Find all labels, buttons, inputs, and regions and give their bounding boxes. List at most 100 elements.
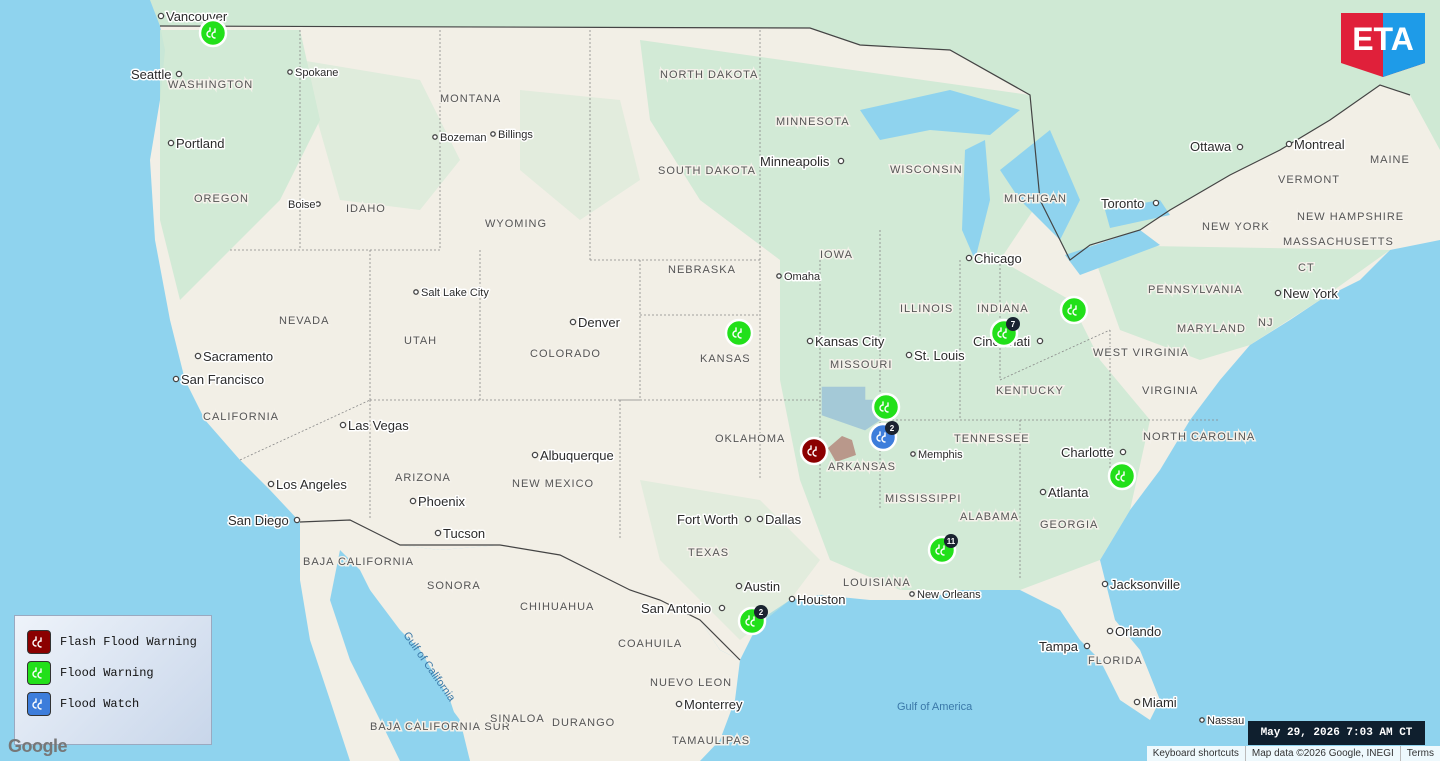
- svg-text:CALIFORNIA: CALIFORNIA: [203, 411, 279, 423]
- svg-text:UTAH: UTAH: [404, 335, 437, 347]
- svg-text:Dallas: Dallas: [765, 512, 802, 527]
- svg-text:SOUTH DAKOTA: SOUTH DAKOTA: [658, 165, 756, 177]
- svg-text:New York: New York: [1283, 286, 1338, 301]
- svg-text:ETA: ETA: [1352, 21, 1414, 57]
- flood-warning-marker[interactable]: [198, 18, 228, 48]
- legend-label: Flood Watch: [60, 696, 140, 711]
- map-data-text: Map data ©2026 Google, INEGI: [1244, 746, 1400, 761]
- svg-text:MISSOURI: MISSOURI: [830, 359, 892, 371]
- svg-text:KENTUCKY: KENTUCKY: [996, 385, 1064, 397]
- svg-text:VERMONT: VERMONT: [1278, 174, 1340, 186]
- svg-text:St. Louis: St. Louis: [914, 348, 965, 363]
- svg-text:MINNESOTA: MINNESOTA: [776, 116, 850, 128]
- svg-text:MISSISSIPPI: MISSISSIPPI: [885, 493, 961, 505]
- keyboard-shortcuts-link[interactable]: Keyboard shortcuts: [1147, 746, 1245, 761]
- legend-item-flood-watch: Flood Watch: [27, 688, 199, 719]
- svg-text:MAINE: MAINE: [1370, 154, 1410, 166]
- svg-text:WEST VIRGINIA: WEST VIRGINIA: [1093, 347, 1189, 359]
- svg-text:TEXAS: TEXAS: [688, 547, 729, 559]
- legend-item-flash-flood-warning: Flash Flood Warning: [27, 626, 199, 657]
- svg-text:PENNSYLVANIA: PENNSYLVANIA: [1148, 284, 1243, 296]
- svg-text:MICHIGAN: MICHIGAN: [1004, 193, 1067, 205]
- svg-text:SONORA: SONORA: [427, 580, 481, 592]
- timestamp-label: May 29, 2026 7:03 AM CT: [1248, 721, 1425, 745]
- flood-warning-icon: [27, 660, 51, 685]
- svg-text:Montreal: Montreal: [1294, 137, 1345, 152]
- svg-text:Salt Lake City: Salt Lake City: [421, 287, 489, 299]
- svg-text:Austin: Austin: [744, 579, 780, 594]
- svg-text:FLORIDA: FLORIDA: [1088, 655, 1143, 667]
- svg-text:Denver: Denver: [578, 315, 621, 330]
- svg-text:Phoenix: Phoenix: [418, 494, 465, 509]
- svg-text:Memphis: Memphis: [918, 449, 963, 461]
- legend-label: Flash Flood Warning: [60, 634, 197, 649]
- svg-text:MASSACHUSETTS: MASSACHUSETTS: [1283, 236, 1394, 248]
- svg-text:Sacramento: Sacramento: [203, 349, 273, 364]
- flood-warning-marker[interactable]: [871, 392, 901, 422]
- svg-text:Boise: Boise: [288, 199, 316, 211]
- svg-text:ALABAMA: ALABAMA: [960, 511, 1019, 523]
- svg-text:COAHUILA: COAHUILA: [618, 638, 682, 650]
- svg-text:ARIZONA: ARIZONA: [395, 472, 451, 484]
- terms-link[interactable]: Terms: [1399, 746, 1440, 761]
- svg-text:Spokane: Spokane: [295, 67, 338, 79]
- svg-text:Monterrey: Monterrey: [684, 697, 743, 712]
- legend-label: Flood Warning: [60, 665, 154, 680]
- svg-text:Albuquerque: Albuquerque: [540, 448, 614, 463]
- svg-text:BAJA CALIFORNIA: BAJA CALIFORNIA: [303, 556, 414, 568]
- svg-text:Tampa: Tampa: [1039, 639, 1079, 654]
- map-legend: Flash Flood Warning Flood Warning Flood …: [14, 615, 212, 745]
- svg-text:Nassau: Nassau: [1207, 715, 1244, 727]
- svg-text:Toronto: Toronto: [1101, 196, 1144, 211]
- svg-text:San Francisco: San Francisco: [181, 372, 264, 387]
- svg-text:Ottawa: Ottawa: [1190, 139, 1232, 154]
- svg-text:Bozeman: Bozeman: [440, 132, 486, 144]
- svg-text:DURANGO: DURANGO: [552, 717, 615, 729]
- svg-text:MARYLAND: MARYLAND: [1177, 323, 1246, 335]
- svg-text:Jacksonville: Jacksonville: [1110, 577, 1180, 592]
- svg-text:CHIHUAHUA: CHIHUAHUA: [520, 601, 594, 613]
- svg-text:ARKANSAS: ARKANSAS: [828, 461, 896, 473]
- svg-text:Charlotte: Charlotte: [1061, 445, 1114, 460]
- svg-text:NORTH CAROLINA: NORTH CAROLINA: [1143, 431, 1255, 443]
- flood-watch-icon: [27, 691, 51, 716]
- svg-text:VIRGINIA: VIRGINIA: [1142, 385, 1198, 397]
- legend-item-flood-warning: Flood Warning: [27, 657, 199, 688]
- svg-text:NEVADA: NEVADA: [279, 315, 329, 327]
- svg-text:IOWA: IOWA: [820, 249, 853, 261]
- svg-text:Chicago: Chicago: [974, 251, 1022, 266]
- svg-text:MONTANA: MONTANA: [440, 93, 501, 105]
- svg-text:NUEVO LEON: NUEVO LEON: [650, 677, 732, 689]
- svg-text:2: 2: [890, 424, 895, 433]
- flood-warning-marker[interactable]: [1107, 461, 1137, 491]
- svg-text:San Diego: San Diego: [228, 513, 289, 528]
- svg-text:Houston: Houston: [797, 592, 845, 607]
- svg-text:COLORADO: COLORADO: [530, 348, 601, 360]
- google-logo[interactable]: Google: [8, 736, 68, 757]
- water-label: Gulf of America: [897, 701, 973, 713]
- svg-text:Fort Worth: Fort Worth: [677, 512, 738, 527]
- svg-text:WYOMING: WYOMING: [485, 218, 547, 230]
- svg-text:INDIANA: INDIANA: [977, 303, 1029, 315]
- svg-text:KANSAS: KANSAS: [700, 353, 751, 365]
- svg-text:GEORGIA: GEORGIA: [1040, 519, 1098, 531]
- svg-text:OREGON: OREGON: [194, 193, 249, 205]
- svg-text:ILLINOIS: ILLINOIS: [900, 303, 953, 315]
- svg-text:Orlando: Orlando: [1115, 624, 1161, 639]
- svg-text:SINALOA: SINALOA: [490, 713, 545, 725]
- svg-text:Billings: Billings: [498, 129, 533, 141]
- flood-warning-marker[interactable]: [724, 318, 754, 348]
- svg-text:Tucson: Tucson: [443, 526, 485, 541]
- svg-text:11: 11: [947, 537, 956, 546]
- svg-text:San Antonio: San Antonio: [641, 601, 711, 616]
- svg-text:Minneapolis: Minneapolis: [760, 154, 830, 169]
- eta-logo[interactable]: ETA: [1341, 13, 1425, 77]
- map-canvas[interactable]: WASHINGTON OREGON IDAHO MONTANA WYOMING …: [0, 0, 1440, 761]
- svg-text:Las Vegas: Las Vegas: [348, 418, 409, 433]
- svg-text:TAMAULIPAS: TAMAULIPAS: [672, 735, 750, 747]
- flash-flood-icon: [27, 629, 51, 654]
- flood-warning-marker[interactable]: [1059, 295, 1089, 325]
- svg-text:NJ: NJ: [1258, 317, 1273, 329]
- svg-text:Miami: Miami: [1142, 695, 1177, 710]
- flash-flood-warning-marker[interactable]: [799, 436, 829, 466]
